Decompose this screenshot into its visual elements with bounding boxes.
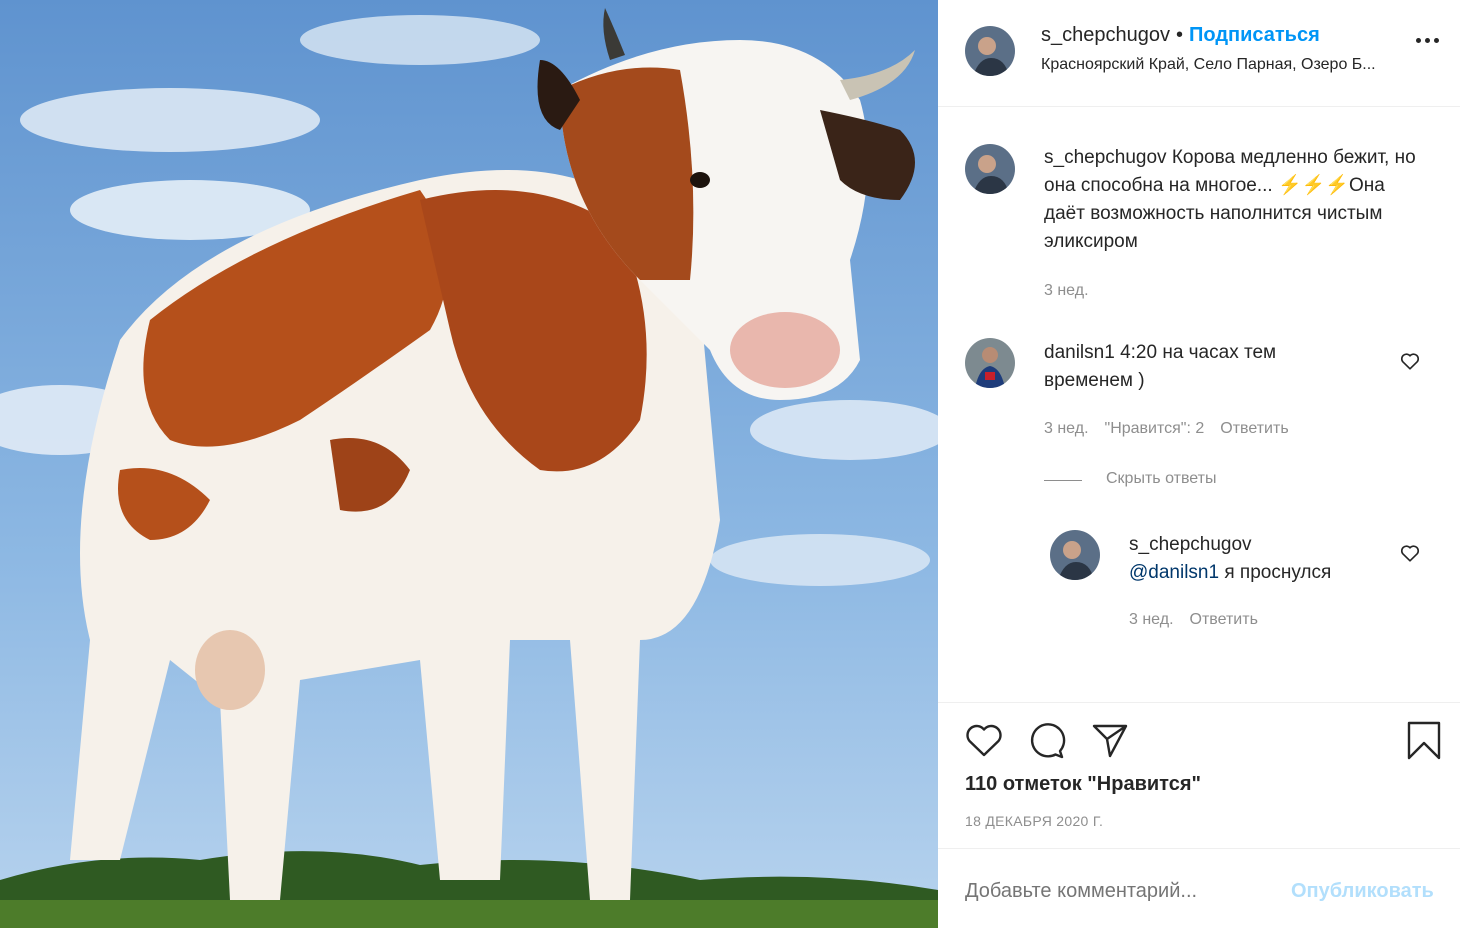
caption-avatar[interactable] (965, 144, 1015, 194)
separator-dot: • (1175, 24, 1183, 46)
comment-meta: 3 нед. "Нравится": 2 Ответить (1044, 420, 1305, 438)
cow-photo-illustration (0, 0, 938, 928)
reply-like-heart-icon[interactable] (1399, 542, 1421, 564)
post-header: s_chepchugov • Подписаться Красноярский Кр… (938, 0, 1460, 107)
location-link[interactable]: Красноярский Край, Село Парная, Озеро Б.… (1041, 56, 1427, 74)
avatar-image (965, 338, 1015, 388)
comment-username[interactable]: danilsn1 (1044, 342, 1115, 363)
post-comment-button[interactable]: Опубликовать (1291, 880, 1434, 903)
post-photo[interactable] (0, 0, 938, 928)
likes-count[interactable]: 110 отметок "Нравится" (965, 773, 1201, 796)
caption-time[interactable]: 3 нед. (1044, 282, 1089, 299)
caption-meta: 3 нед. (1044, 282, 1105, 300)
caption-username[interactable]: s_chepchugov (1044, 147, 1167, 168)
follow-button[interactable]: Подписаться (1189, 24, 1320, 46)
share-send-icon[interactable] (1088, 718, 1132, 762)
author-avatar[interactable] (965, 26, 1015, 76)
like-heart-icon[interactable] (962, 718, 1006, 762)
comment-time[interactable]: 3 нед. (1044, 420, 1089, 437)
reply-time[interactable]: 3 нед. (1129, 611, 1174, 628)
more-options-icon[interactable] (1416, 30, 1444, 50)
author-username[interactable]: s_chepchugov (1041, 24, 1170, 46)
caption: s_chepchugov Корова медленно бежит, но о… (1044, 144, 1424, 256)
avatar-image (965, 144, 1015, 194)
avatar-image (1050, 530, 1100, 580)
comment-body: danilsn1 4:20 на часах тем временем ) (1044, 339, 1344, 395)
avatar-image (965, 26, 1015, 76)
reply-body: s_chepchugov @danilsn1 я проснулся (1129, 531, 1389, 587)
reply-reply-button[interactable]: Ответить (1190, 611, 1258, 628)
post-side-panel: s_chepchugov • Подписаться Красноярский Кр… (938, 0, 1460, 928)
comment-reply-button[interactable]: Ответить (1220, 420, 1288, 437)
add-comment-input[interactable] (965, 880, 1285, 903)
action-bar (938, 702, 1460, 703)
header-user-line: s_chepchugov • Подписаться (1041, 24, 1320, 47)
comment-bubble-icon[interactable] (1025, 718, 1069, 762)
comment-likes-count[interactable]: "Нравится": 2 (1105, 420, 1205, 437)
reply-meta: 3 нед. Ответить (1129, 611, 1274, 629)
post-date[interactable]: 18 ДЕКАБРЯ 2020 Г. (965, 813, 1103, 829)
hide-replies-button[interactable]: Скрыть ответы (1106, 470, 1216, 488)
replies-divider (1044, 480, 1082, 481)
reply-username[interactable]: s_chepchugov (1129, 531, 1389, 559)
comment-like-heart-icon[interactable] (1399, 350, 1421, 372)
reply-mention-link[interactable]: @danilsn1 (1129, 562, 1219, 583)
reply-text: я проснулся (1224, 562, 1332, 583)
save-bookmark-icon[interactable] (1402, 718, 1446, 762)
reply-avatar[interactable] (1050, 530, 1100, 580)
comment-avatar[interactable] (965, 338, 1015, 388)
